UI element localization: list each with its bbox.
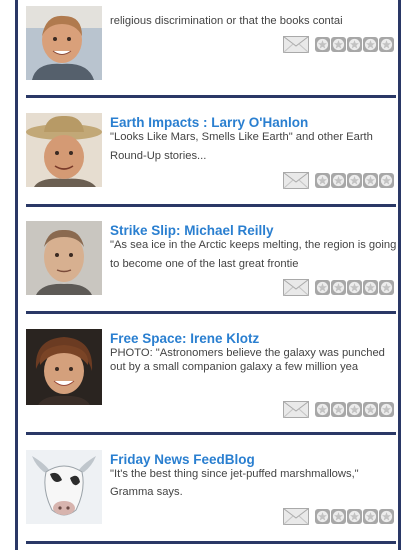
- star-icon[interactable]: [315, 402, 330, 417]
- item-divider: [26, 95, 396, 98]
- item-divider: [26, 432, 396, 435]
- feed-image[interactable]: [26, 450, 102, 524]
- star-icon[interactable]: [363, 280, 378, 295]
- item-text: Earth Impacts : Larry O'Hanlon "Looks Li…: [110, 115, 400, 166]
- item-divider: [26, 311, 396, 314]
- star-icon[interactable]: [331, 402, 346, 417]
- item-text: Free Space: Irene Klotz PHOTO: "Astronom…: [110, 331, 400, 374]
- star-icon[interactable]: [315, 173, 330, 188]
- star-icon[interactable]: [379, 509, 394, 524]
- rating-stars: [315, 37, 394, 52]
- author-photo[interactable]: [26, 329, 102, 405]
- list-item: Free Space: Irene Klotz PHOTO: "Astronom…: [26, 329, 396, 421]
- rating-stars: [315, 173, 394, 188]
- envelope-icon[interactable]: [283, 279, 309, 296]
- list-item: Friday News FeedBlog "It's the best thin…: [26, 450, 396, 536]
- star-icon[interactable]: [315, 280, 330, 295]
- star-icon[interactable]: [331, 509, 346, 524]
- item-excerpt: "It's the best thing since jet-puffed ma…: [110, 468, 359, 498]
- star-icon[interactable]: [379, 280, 394, 295]
- item-actions: [283, 401, 394, 418]
- item-actions: [283, 508, 394, 525]
- envelope-icon[interactable]: [283, 36, 309, 53]
- star-icon[interactable]: [347, 402, 362, 417]
- author-photo[interactable]: [26, 221, 102, 295]
- star-icon[interactable]: [363, 402, 378, 417]
- star-icon[interactable]: [363, 173, 378, 188]
- list-item: religious discrimination or that the boo…: [26, 6, 396, 92]
- star-icon[interactable]: [363, 509, 378, 524]
- star-icon[interactable]: [331, 173, 346, 188]
- star-icon[interactable]: [315, 509, 330, 524]
- author-photo[interactable]: [26, 113, 102, 187]
- item-text: Strike Slip: Michael Reilly "As sea ice …: [110, 223, 400, 274]
- star-icon[interactable]: [379, 37, 394, 52]
- item-text: Friday News FeedBlog "It's the best thin…: [110, 452, 400, 501]
- star-icon[interactable]: [315, 37, 330, 52]
- item-text: religious discrimination or that the boo…: [110, 12, 400, 31]
- item-actions: [283, 279, 394, 296]
- item-excerpt: PHOTO: "Astronomers believe the galaxy w…: [110, 347, 385, 373]
- list-item: Strike Slip: Michael Reilly "As sea ice …: [26, 221, 396, 307]
- star-icon[interactable]: [347, 280, 362, 295]
- star-icon[interactable]: [347, 37, 362, 52]
- news-feed-panel: religious discrimination or that the boo…: [15, 0, 401, 550]
- item-title-link[interactable]: Free Space: Irene Klotz: [110, 331, 400, 346]
- star-icon[interactable]: [379, 173, 394, 188]
- item-excerpt: religious discrimination or that the boo…: [110, 15, 343, 27]
- rating-stars: [315, 280, 394, 295]
- star-icon[interactable]: [363, 37, 378, 52]
- star-icon[interactable]: [379, 402, 394, 417]
- envelope-icon[interactable]: [283, 401, 309, 418]
- item-actions: [283, 172, 394, 189]
- item-excerpt: "Looks Like Mars, Smells Like Earth" and…: [110, 131, 373, 162]
- item-excerpt: "As sea ice in the Arctic keeps melting,…: [110, 239, 397, 270]
- star-icon[interactable]: [347, 173, 362, 188]
- star-icon[interactable]: [331, 37, 346, 52]
- item-divider: [26, 541, 396, 544]
- star-icon[interactable]: [347, 509, 362, 524]
- star-icon[interactable]: [331, 280, 346, 295]
- author-photo[interactable]: [26, 6, 102, 80]
- envelope-icon[interactable]: [283, 508, 309, 525]
- envelope-icon[interactable]: [283, 172, 309, 189]
- item-actions: [283, 36, 394, 53]
- rating-stars: [315, 509, 394, 524]
- rating-stars: [315, 402, 394, 417]
- list-item: Earth Impacts : Larry O'Hanlon "Looks Li…: [26, 113, 396, 199]
- item-divider: [26, 204, 396, 207]
